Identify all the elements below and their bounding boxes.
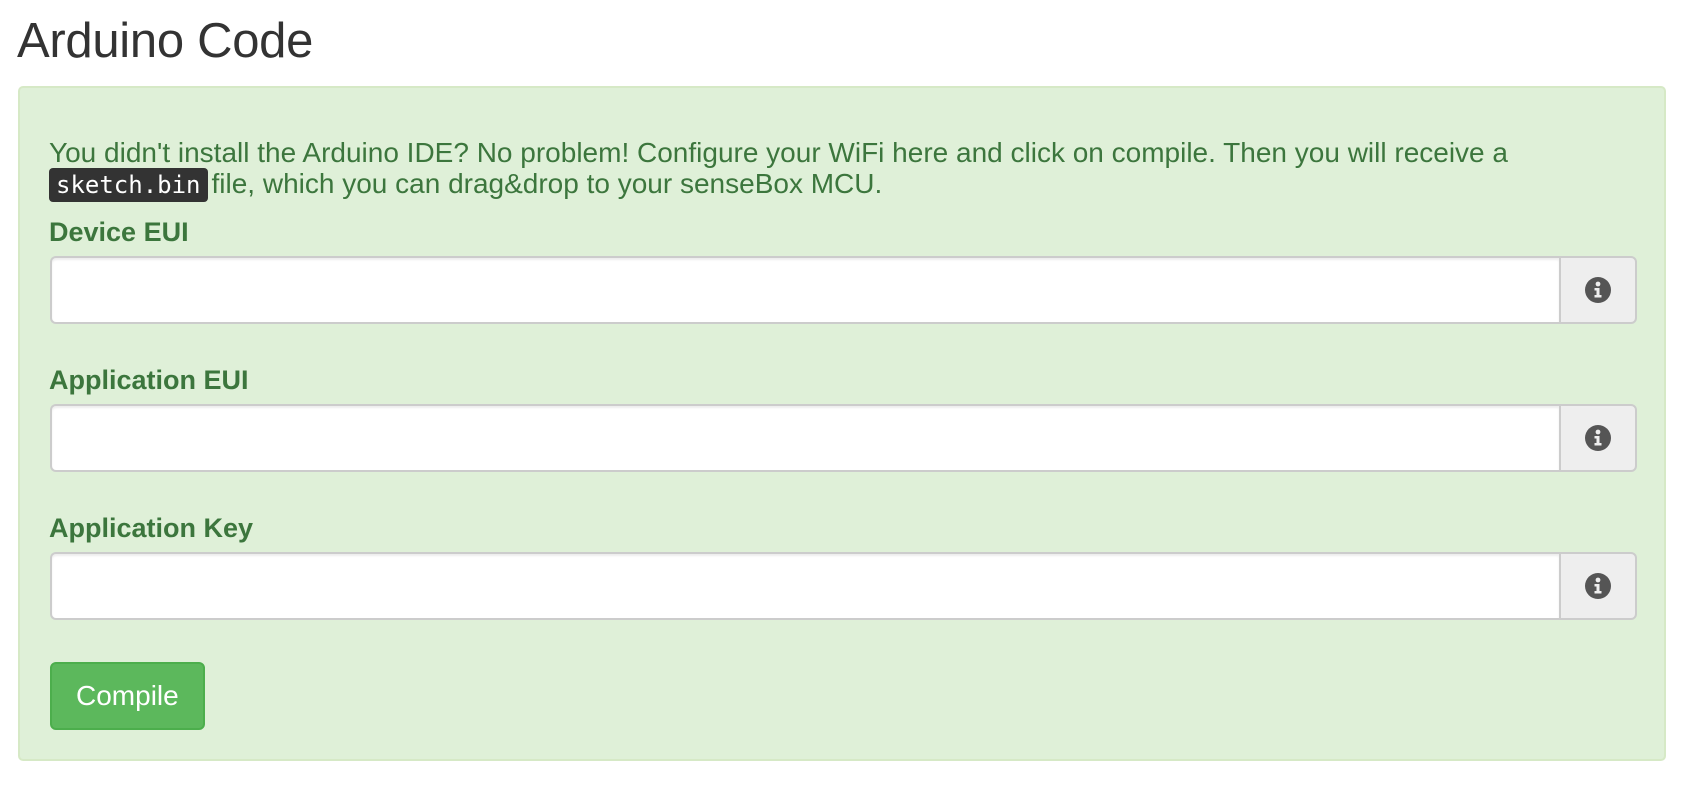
device-eui-group	[50, 256, 1637, 324]
application-key-label: Application Key	[49, 513, 254, 543]
application-key-info-button[interactable]	[1559, 552, 1637, 620]
application-key-input[interactable]	[50, 552, 1559, 620]
info-circle-icon	[1585, 573, 1611, 599]
device-eui-label: Device EUI	[49, 217, 189, 247]
sketch-file-code: sketch.bin	[49, 168, 208, 202]
application-eui-info-button[interactable]	[1559, 404, 1637, 472]
application-eui-group	[50, 404, 1637, 472]
compile-button[interactable]: Compile	[50, 662, 205, 730]
device-eui-input[interactable]	[50, 256, 1559, 324]
compile-panel: You didn't install the Arduino IDE? No p…	[18, 86, 1666, 761]
intro-text-start: You didn't install the Arduino IDE? No p…	[49, 137, 1508, 168]
page-title: Arduino Code	[17, 14, 314, 68]
application-eui-label: Application EUI	[49, 365, 249, 395]
info-circle-icon	[1585, 425, 1611, 451]
intro-text: You didn't install the Arduino IDE? No p…	[49, 138, 1639, 202]
application-eui-input[interactable]	[50, 404, 1559, 472]
device-eui-info-button[interactable]	[1559, 256, 1637, 324]
info-circle-icon	[1585, 277, 1611, 303]
intro-text-end: file, which you can drag&drop to your se…	[211, 168, 883, 199]
application-key-group	[50, 552, 1637, 620]
